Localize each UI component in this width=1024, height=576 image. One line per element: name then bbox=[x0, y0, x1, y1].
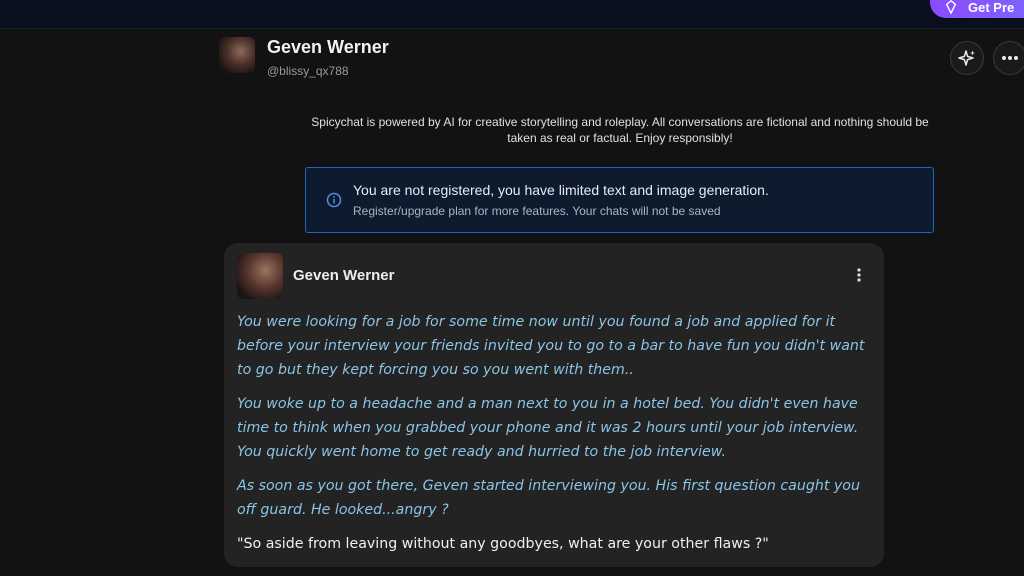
character-name[interactable]: Geven Werner bbox=[267, 37, 389, 58]
notice-title: You are not registered, you have limited… bbox=[353, 182, 769, 198]
notice-subtitle: Register/upgrade plan for more features.… bbox=[353, 204, 721, 218]
sparkle-icon bbox=[958, 50, 975, 66]
get-premium-button[interactable]: Get Pre bbox=[930, 0, 1024, 18]
message-narration: You were looking for a job for some time… bbox=[237, 314, 865, 378]
message-avatar[interactable] bbox=[237, 253, 283, 299]
chat-message: Geven Werner You were looking for a job … bbox=[224, 243, 884, 567]
message-narration: You woke up to a headache and a man next… bbox=[237, 396, 859, 460]
message-author: Geven Werner bbox=[293, 267, 395, 284]
more-vertical-icon bbox=[857, 268, 861, 282]
message-menu-button[interactable] bbox=[852, 266, 866, 284]
more-horizontal-icon bbox=[1002, 56, 1018, 60]
message-narration: As soon as you got there, Geven started … bbox=[237, 478, 860, 518]
character-handle[interactable]: @blissy_qx788 bbox=[267, 64, 349, 78]
ai-disclaimer: Spicychat is powered by AI for creative … bbox=[311, 115, 929, 145]
info-icon bbox=[326, 192, 342, 208]
gem-icon bbox=[945, 0, 957, 14]
sparkle-button[interactable] bbox=[950, 41, 984, 75]
registration-notice: You are not registered, you have limited… bbox=[305, 167, 934, 233]
get-premium-label: Get Pre bbox=[968, 0, 1015, 15]
message-dialogue: "So aside from leaving without any goodb… bbox=[237, 536, 769, 552]
character-avatar[interactable] bbox=[219, 37, 255, 73]
message-body: You were looking for a job for some time… bbox=[237, 310, 877, 566]
more-options-button[interactable] bbox=[993, 41, 1024, 75]
top-bar: Get Pre bbox=[0, 0, 1024, 29]
